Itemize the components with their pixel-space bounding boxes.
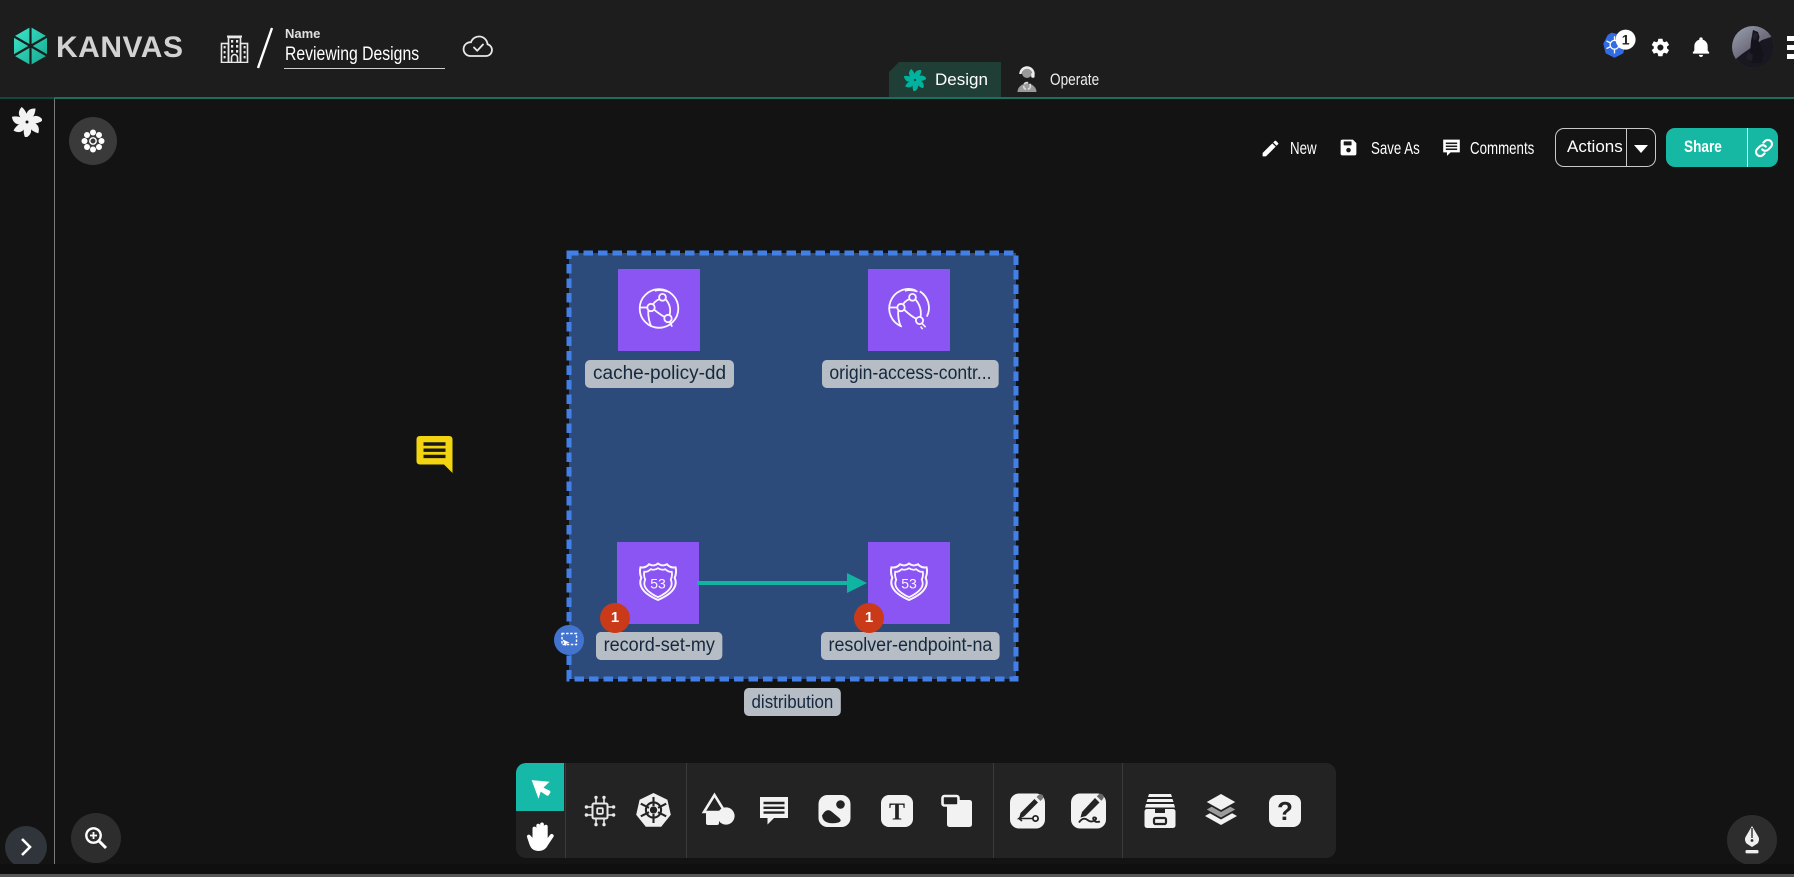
svg-text:T: T bbox=[889, 800, 905, 826]
svg-text:1: 1 bbox=[1622, 32, 1630, 48]
svg-text:53: 53 bbox=[901, 576, 917, 592]
svg-text:?: ? bbox=[1277, 796, 1293, 826]
